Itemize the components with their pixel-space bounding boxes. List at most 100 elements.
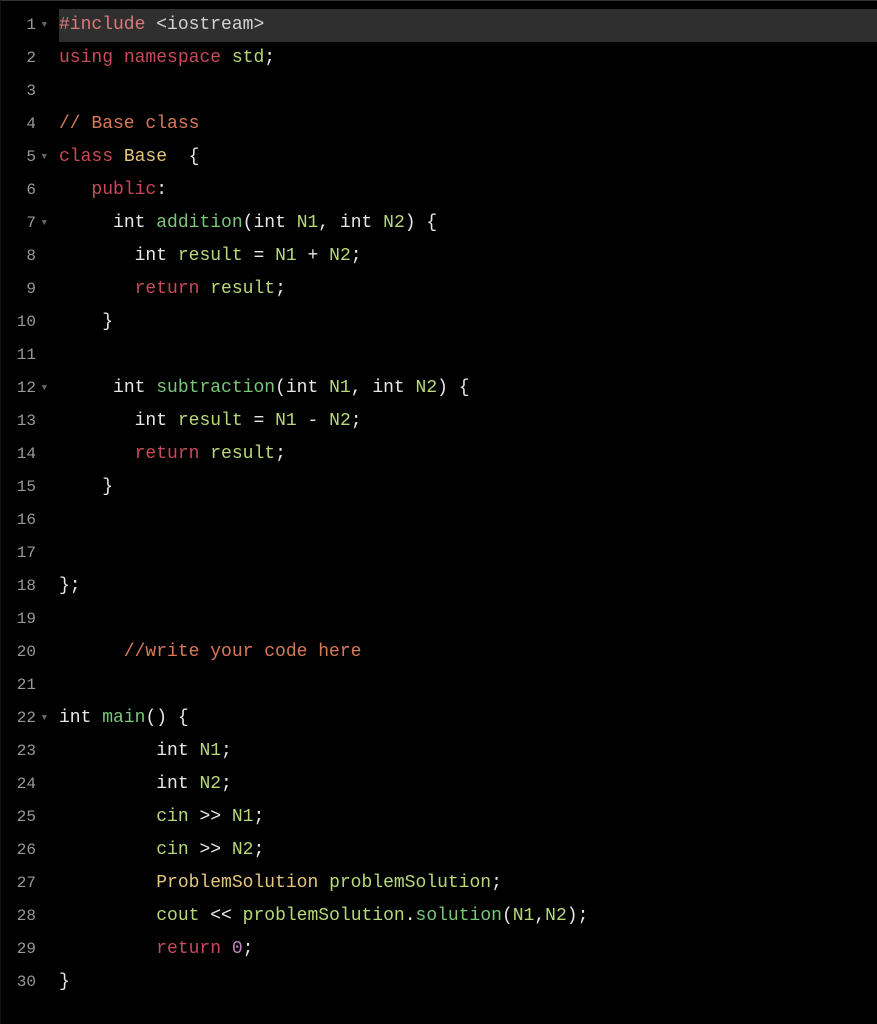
fold-icon[interactable]: ▼ — [39, 372, 47, 405]
line-number: 2 — [26, 42, 36, 75]
code-line[interactable]: int N2; — [59, 768, 877, 801]
code-token — [232, 906, 243, 926]
code-line[interactable]: cin >> N1; — [59, 801, 877, 834]
gutter-row: 29 — [1, 933, 47, 966]
code-token: return — [135, 279, 200, 299]
code-line[interactable]: cout << problemSolution.solution(N1,N2); — [59, 900, 877, 933]
code-token: . — [405, 906, 416, 926]
line-number: 20 — [17, 636, 36, 669]
gutter-row: 8 — [1, 240, 47, 273]
code-line[interactable]: public: — [59, 174, 877, 207]
code-token: public — [91, 180, 156, 200]
line-number: 17 — [17, 537, 36, 570]
code-token: ; — [243, 939, 254, 959]
line-number: 22 — [17, 702, 36, 735]
code-token: N2 — [329, 246, 351, 266]
code-token — [59, 642, 124, 662]
code-line[interactable]: ProblemSolution problemSolution; — [59, 867, 877, 900]
code-line[interactable]: int result = N1 + N2; — [59, 240, 877, 273]
line-number: 11 — [17, 339, 36, 372]
code-token: { — [178, 708, 189, 728]
code-line[interactable]: #include <iostream> — [59, 9, 877, 42]
code-line[interactable]: //write your code here — [59, 636, 877, 669]
code-line[interactable]: cin >> N2; — [59, 834, 877, 867]
code-line[interactable]: int result = N1 - N2; — [59, 405, 877, 438]
code-token — [59, 873, 156, 893]
line-number: 4 — [26, 108, 36, 141]
code-token — [59, 774, 156, 794]
code-token: int — [286, 378, 318, 398]
code-line[interactable]: // Base class — [59, 108, 877, 141]
code-token: ; — [491, 873, 502, 893]
code-line[interactable]: return result; — [59, 273, 877, 306]
code-line[interactable] — [59, 75, 877, 108]
code-line[interactable]: return 0; — [59, 933, 877, 966]
gutter-row: 27 — [1, 867, 47, 900]
code-token — [59, 840, 156, 860]
code-line[interactable]: int addition(int N1, int N2) { — [59, 207, 877, 240]
code-token: , — [351, 378, 362, 398]
code-line[interactable]: } — [59, 306, 877, 339]
code-token: cin — [156, 807, 188, 827]
line-number: 29 — [17, 933, 36, 966]
code-token — [167, 411, 178, 431]
code-token — [416, 213, 427, 233]
gutter-row: 13 — [1, 405, 47, 438]
code-line[interactable]: } — [59, 471, 877, 504]
fold-icon[interactable]: ▼ — [39, 702, 47, 735]
code-token: result — [178, 411, 243, 431]
code-token: Base — [124, 147, 167, 167]
code-line[interactable]: class Base { — [59, 141, 877, 174]
code-line[interactable]: return result; — [59, 438, 877, 471]
code-line[interactable]: int N1; — [59, 735, 877, 768]
code-token: ) — [567, 906, 578, 926]
code-line[interactable] — [59, 669, 877, 702]
code-token — [59, 444, 135, 464]
line-number: 15 — [17, 471, 36, 504]
code-line[interactable]: }; — [59, 570, 877, 603]
code-token: result — [178, 246, 243, 266]
code-line[interactable] — [59, 537, 877, 570]
code-token: 0 — [232, 939, 243, 959]
code-token — [59, 939, 156, 959]
code-token — [59, 312, 102, 332]
code-token: << — [210, 906, 232, 926]
code-token: ( — [502, 906, 513, 926]
code-token: >> — [199, 840, 221, 860]
code-line[interactable]: int subtraction(int N1, int N2) { — [59, 372, 877, 405]
code-token: // Base class — [59, 114, 199, 134]
code-line[interactable]: using namespace std; — [59, 42, 877, 75]
code-line[interactable]: int main() { — [59, 702, 877, 735]
line-number: 16 — [17, 504, 36, 537]
code-line[interactable] — [59, 339, 877, 372]
code-token — [264, 411, 275, 431]
gutter-row: 24 — [1, 768, 47, 801]
code-line[interactable]: } — [59, 966, 877, 999]
fold-icon[interactable]: ▼ — [39, 9, 47, 42]
gutter-row: 9 — [1, 273, 47, 306]
line-number: 6 — [26, 174, 36, 207]
code-token: ; — [221, 774, 232, 794]
code-token: int — [372, 378, 404, 398]
code-token: N2 — [329, 411, 351, 431]
gutter-row: 25 — [1, 801, 47, 834]
code-line[interactable] — [59, 603, 877, 636]
code-token: { — [189, 147, 200, 167]
code-token — [221, 48, 232, 68]
line-number: 21 — [17, 669, 36, 702]
fold-icon[interactable]: ▼ — [39, 141, 47, 174]
code-token: int — [156, 741, 188, 761]
gutter-row: 3 — [1, 75, 47, 108]
code-token: >> — [199, 807, 221, 827]
code-token — [91, 708, 102, 728]
code-editor-content[interactable]: #include <iostream>using namespace std; /… — [53, 1, 877, 1024]
line-number: 1 — [26, 9, 36, 42]
code-line[interactable] — [59, 504, 877, 537]
code-token: addition — [156, 213, 242, 233]
code-token: : — [156, 180, 167, 200]
code-token: ( — [275, 378, 286, 398]
code-token: () — [145, 708, 167, 728]
fold-icon[interactable]: ▼ — [39, 207, 47, 240]
code-token — [221, 807, 232, 827]
code-token: using — [59, 48, 113, 68]
